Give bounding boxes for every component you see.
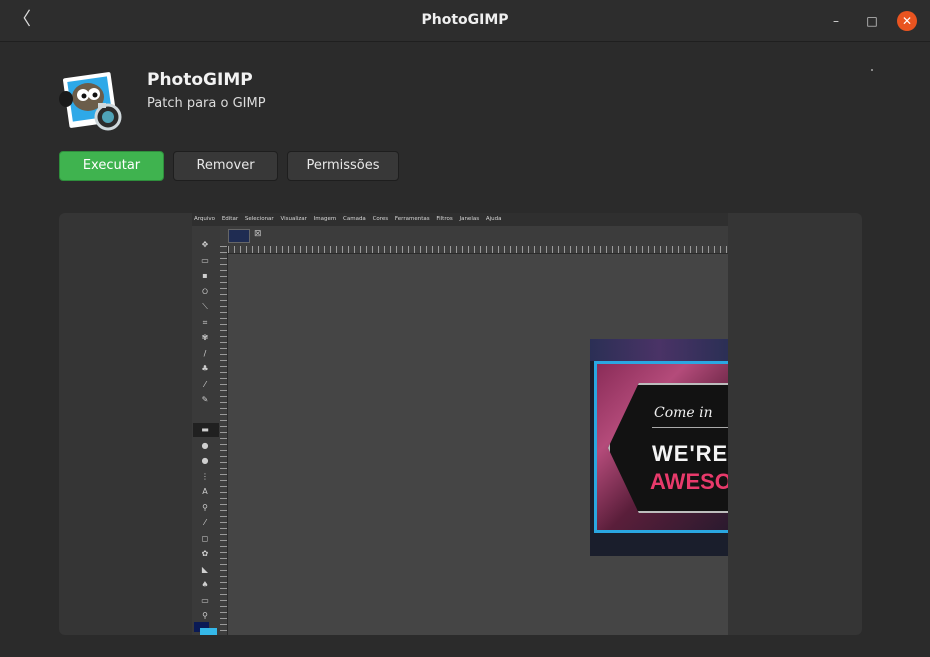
sign-text-were: WE'RE (652, 441, 728, 466)
fuzzy-select-icon: ⟍ (202, 302, 208, 311)
menu-item: Editar (221, 216, 239, 222)
gimp-menubar: Arquivo Editar Selecionar Visualizar Ima… (192, 213, 728, 226)
brush-icon: / (203, 349, 207, 358)
app-name: PhotoGIMP (147, 70, 253, 90)
sign-text-awesome: AWESOME (650, 469, 728, 494)
lasso-icon: ୦ (202, 287, 208, 296)
image-top-strip (590, 339, 728, 361)
pencil-icon: ⁄ (204, 380, 206, 389)
gimp-window-preview: Arquivo Editar Selecionar Visualizar Ima… (192, 213, 728, 635)
maximize-button[interactable]: □ (862, 11, 882, 31)
blur-icon: ● (201, 441, 209, 450)
menu-item: Ajuda (485, 216, 502, 222)
minimize-button[interactable]: – (826, 11, 846, 31)
window-titlebar: 〈 PhotoGIMP – □ ✕ (0, 0, 930, 42)
dodge-icon: ● (201, 456, 209, 465)
heal-icon: ✾ (201, 333, 209, 342)
background-color-swatch (200, 628, 217, 635)
remove-button[interactable]: Remover (173, 151, 278, 181)
menu-item: Cores (372, 216, 389, 222)
window-title: PhotoGIMP (421, 12, 509, 28)
menu-item: Imagem (313, 216, 337, 222)
horizontal-ruler (228, 246, 728, 254)
menu-item: Selecionar (244, 216, 274, 222)
sign-text-come-in: Come in (654, 405, 713, 421)
warp-icon: ✿ (201, 549, 209, 558)
menu-item: Ferramentas (394, 216, 430, 222)
close-button[interactable]: ✕ (897, 11, 917, 31)
sign-divider (652, 427, 728, 428)
color-picker-icon: ⁄ (204, 518, 206, 527)
app-details-page: PhotoGIMP Patch para o GIMP Executar Rem… (0, 43, 930, 657)
menu-item: Filtros (436, 216, 453, 222)
canvas-image: Come in WE'RE AWESOME (590, 339, 728, 556)
image-tab-thumbnail (228, 229, 250, 243)
zoom-icon: ⚲ (202, 503, 208, 512)
move-tool-icon: ✥ (201, 240, 209, 249)
ellipse-select-icon: ▪ (202, 271, 208, 280)
text-tool-icon: A (202, 487, 208, 496)
permissions-button[interactable]: Permissões (287, 151, 399, 181)
gimp-image-tabs: ⊠ (220, 226, 728, 246)
path-icon: ⋮ (201, 472, 209, 481)
gradient-icon: ▬ (201, 425, 209, 434)
tab-close-icon: ⊠ (254, 229, 262, 239)
measure-icon: ▭ (201, 596, 209, 605)
app-description: Patch para o GIMP (147, 96, 266, 111)
gimp-toolbox: ✥ ▭ ▪ ୦ ⟍ ⌗ ✾ / ♣ ⁄ ✎ ▬ ● ● ⋮ A ⚲ ⁄ ◻ ✿ (192, 226, 220, 635)
menu-item: Visualizar (280, 216, 307, 222)
crop-icon: ⌗ (202, 318, 208, 327)
rect-select-icon: ▭ (201, 256, 209, 265)
menu-item: Janelas (459, 216, 480, 222)
magnify-icon: ⚲ (202, 611, 208, 620)
app-screenshot[interactable]: Arquivo Editar Selecionar Visualizar Ima… (59, 213, 862, 635)
run-button[interactable]: Executar (59, 151, 164, 181)
bucket-fill-icon: ◣ (201, 565, 209, 574)
menu-item: Arquivo (194, 216, 216, 222)
transform-icon: ◻ (201, 534, 209, 543)
photogimp-logo-icon (58, 69, 124, 133)
eraser-icon: ✎ (201, 395, 209, 404)
clone-icon: ♣ (201, 364, 209, 373)
decorative-dot (871, 69, 873, 71)
menu-item: Camada (343, 216, 366, 222)
smudge-icon: ♠ (201, 580, 209, 589)
vertical-ruler (220, 246, 228, 635)
